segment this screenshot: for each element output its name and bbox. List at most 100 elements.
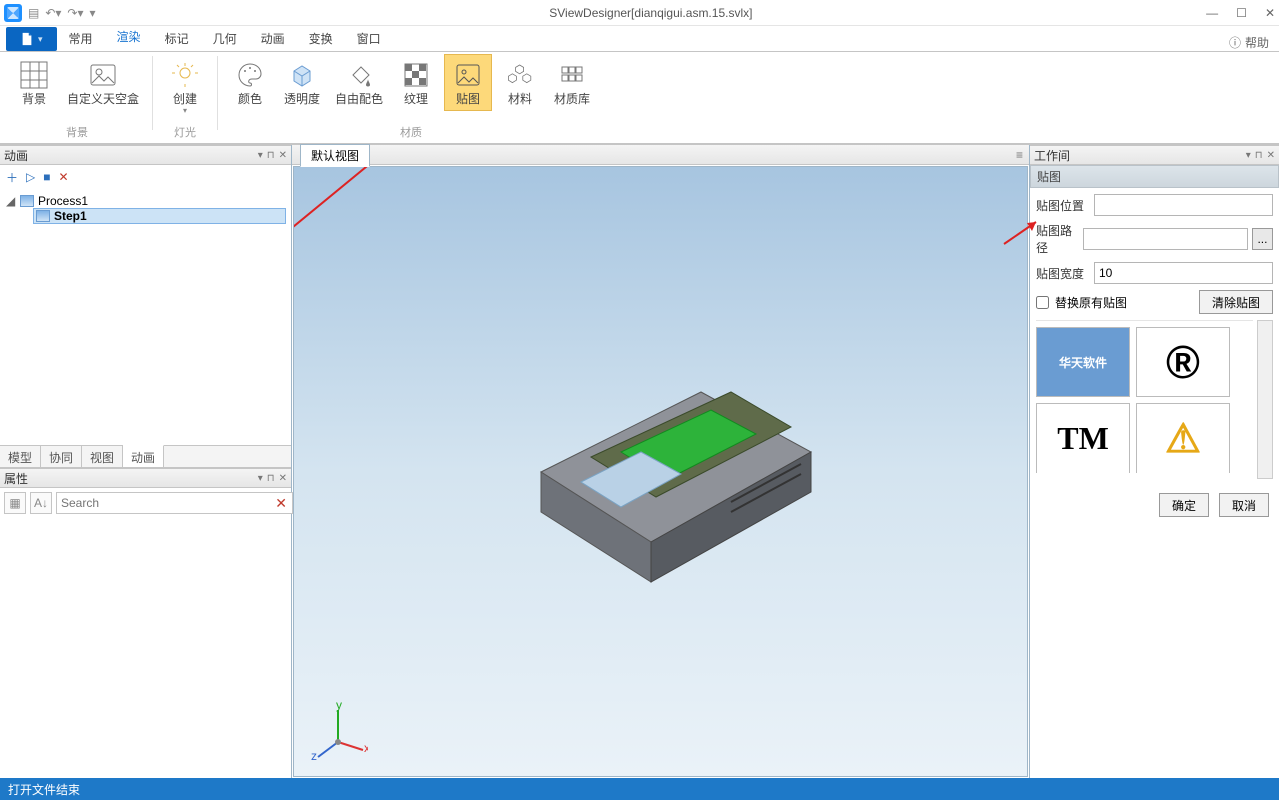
library-icon — [556, 59, 588, 91]
thumb-scrollbar[interactable] — [1257, 320, 1273, 479]
viewport-header: 默认视图 ≡ — [292, 145, 1029, 165]
help-icon: ⓘ — [1229, 34, 1241, 51]
quick-access-toolbar: ▤ ↶▾ ↷▾ ▾ — [4, 4, 96, 22]
clear-map-button[interactable]: 清除贴图 — [1199, 290, 1273, 314]
panel-pin-icon[interactable]: ⊓ — [267, 150, 275, 161]
ribbon-skybox-button[interactable]: 自定义天空盒 — [62, 54, 144, 111]
delete-step-icon[interactable]: ✕ — [59, 170, 69, 184]
panel-close-icon[interactable]: ✕ — [1267, 150, 1275, 161]
tab-render[interactable]: 渲染 — [105, 24, 153, 51]
animation-panel-header: 动画 ▾ ⊓ ✕ — [0, 145, 291, 165]
step-icon — [36, 210, 50, 222]
panel-close-icon[interactable]: ✕ — [279, 150, 287, 161]
ribbon-background-button[interactable]: 背景 — [10, 54, 58, 111]
ribbon-separator — [217, 56, 218, 130]
picture-icon — [452, 59, 484, 91]
panel-dropdown-icon[interactable]: ▾ — [1246, 150, 1251, 161]
tree-node-process[interactable]: ◢ Process1 — [6, 193, 285, 209]
3d-viewport[interactable]: 安下载 y x z — [293, 166, 1028, 777]
left-tab-collab[interactable]: 协同 — [41, 446, 82, 467]
paint-bucket-icon — [343, 59, 375, 91]
file-menu-button[interactable] — [6, 27, 57, 51]
map-position-label: 贴图位置 — [1036, 197, 1090, 214]
viewport-menu-icon[interactable]: ≡ — [1016, 148, 1023, 162]
properties-toolbar: ▦ A↓ ✕ — [0, 488, 291, 518]
panel-close-icon[interactable]: ✕ — [279, 473, 287, 484]
categorize-icon[interactable]: ▦ — [4, 492, 26, 514]
lightbulb-icon — [169, 59, 201, 91]
ribbon-group-material: 颜色 透明度 自由配色 纹理 贴图 材料 — [222, 54, 600, 143]
title-bar: ▤ ↶▾ ↷▾ ▾ SViewDesigner[dianqigui.asm.15… — [0, 0, 1279, 26]
ribbon-freecolor-button[interactable]: 自由配色 — [330, 54, 388, 111]
qat-save-icon[interactable]: ▤ — [28, 6, 39, 20]
svg-text:z: z — [311, 749, 317, 762]
ribbon-opacity-button[interactable]: 透明度 — [278, 54, 326, 111]
minimize-button[interactable]: — — [1206, 6, 1218, 20]
map-path-label: 贴图路径 — [1036, 222, 1079, 256]
collapse-icon[interactable]: ◢ — [6, 194, 16, 208]
ok-button[interactable]: 确定 — [1159, 493, 1209, 517]
dialog-buttons: 确定 取消 — [1036, 485, 1273, 525]
left-tab-view[interactable]: 视图 — [82, 446, 123, 467]
window-title: SViewDesigner[dianqigui.asm.15.svlx] — [96, 6, 1207, 20]
tree-node-step[interactable]: Step1 — [34, 209, 285, 223]
replace-map-label: 替换原有贴图 — [1055, 294, 1127, 311]
animation-panel-title: 动画 — [4, 147, 28, 164]
viewport-tab[interactable]: 默认视图 — [300, 144, 370, 167]
ribbon-color-button[interactable]: 颜色 — [226, 54, 274, 111]
help-link[interactable]: ⓘ 帮助 — [1229, 34, 1269, 51]
app-logo-icon — [4, 4, 22, 22]
ribbon-tab-strip: 常用 渲染 标记 几何 动画 变换 窗口 ⓘ 帮助 — [0, 26, 1279, 52]
tab-window[interactable]: 窗口 — [345, 26, 393, 51]
browse-path-button[interactable]: ... — [1252, 228, 1273, 250]
sort-az-icon[interactable]: A↓ — [30, 492, 52, 514]
qat-redo-icon[interactable]: ↷▾ — [67, 6, 83, 20]
thumb-warning[interactable]: ⚠ — [1136, 403, 1230, 473]
play-icon[interactable]: ▷ — [26, 170, 35, 184]
tab-geometry[interactable]: 几何 — [201, 26, 249, 51]
map-path-input[interactable] — [1083, 228, 1248, 250]
tab-mark[interactable]: 标记 — [153, 26, 201, 51]
ribbon-texture-button[interactable]: 纹理 — [392, 54, 440, 111]
tab-transform[interactable]: 变换 — [297, 26, 345, 51]
panel-dropdown-icon[interactable]: ▾ — [258, 150, 263, 161]
thumb-registered[interactable]: ® — [1136, 327, 1230, 397]
maximize-button[interactable]: ☐ — [1236, 6, 1247, 20]
left-tab-anim[interactable]: 动画 — [123, 445, 164, 467]
map-position-input[interactable] — [1094, 194, 1273, 216]
panel-dropdown-icon[interactable]: ▾ — [258, 473, 263, 484]
map-width-row: 贴图宽度 — [1036, 262, 1273, 284]
animation-toolbar: ＋ ▷ ■ ✕ — [0, 165, 291, 189]
close-button[interactable]: ✕ — [1265, 6, 1275, 20]
properties-panel: 属性 ▾ ⊓ ✕ ▦ A↓ ✕ — [0, 467, 291, 778]
cubes-icon — [504, 59, 536, 91]
ribbon-group-background: 背景 自定义天空盒 背景 — [6, 54, 148, 143]
panel-pin-icon[interactable]: ⊓ — [1255, 150, 1263, 161]
ribbon-material-button[interactable]: 材料 — [496, 54, 544, 111]
panel-pin-icon[interactable]: ⊓ — [267, 473, 275, 484]
ribbon-group-label: 材质 — [400, 124, 422, 140]
palette-icon — [234, 59, 266, 91]
thumb-huatian[interactable]: 华天软件 — [1036, 327, 1130, 397]
add-step-icon[interactable]: ＋ — [6, 169, 18, 186]
tab-animation[interactable]: 动画 — [249, 26, 297, 51]
file-icon — [20, 32, 34, 46]
ribbon-separator — [152, 56, 153, 130]
clear-search-icon[interactable]: ✕ — [275, 495, 287, 512]
cancel-button[interactable]: 取消 — [1219, 493, 1269, 517]
ribbon-matlib-button[interactable]: 材质库 — [548, 54, 596, 111]
tab-common[interactable]: 常用 — [57, 26, 105, 51]
thumb-tm[interactable]: TM — [1036, 403, 1130, 473]
ribbon-map-button[interactable]: 贴图 — [444, 54, 492, 111]
workspace-panel-title: 工作间 — [1034, 147, 1070, 164]
property-search-input[interactable] — [56, 492, 293, 514]
stop-icon[interactable]: ■ — [43, 170, 50, 184]
map-width-input[interactable] — [1094, 262, 1273, 284]
qat-undo-icon[interactable]: ↶▾ — [45, 6, 61, 20]
properties-grid — [0, 518, 291, 778]
left-tab-model[interactable]: 模型 — [0, 446, 41, 467]
replace-map-checkbox[interactable] — [1036, 296, 1049, 309]
properties-panel-header: 属性 ▾ ⊓ ✕ — [0, 468, 291, 488]
ribbon-group-label: 灯光 — [174, 124, 196, 140]
ribbon-create-light-button[interactable]: 创建 — [161, 54, 209, 120]
